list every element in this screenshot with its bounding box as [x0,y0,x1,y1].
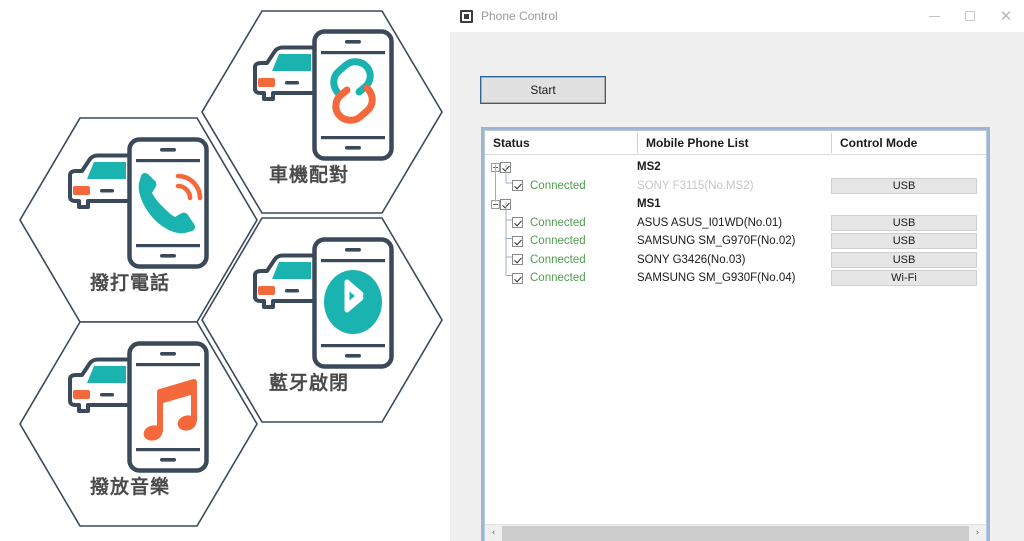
control-mode-button[interactable]: USB [831,214,977,231]
checkbox-checked[interactable] [512,180,523,192]
list-rows: MS2 Connected SONY F3115(No.MS2) USB MS1 Conn… [485,155,986,288]
tree-node: Connected [512,251,586,270]
cell-status [485,158,637,177]
cell-control-mode: USB [831,177,979,196]
device-list[interactable]: Status Mobile Phone List Control Mode MS… [484,130,987,541]
checkbox-checked[interactable] [512,235,523,247]
start-button[interactable]: Start [480,76,606,104]
table-row[interactable]: Connected SAMSUNG SM_G970F(No.02) USB [485,232,986,251]
checkbox-checked[interactable] [500,198,511,210]
cell-device-name: SAMSUNG SM_G930F(No.04) [637,272,796,285]
column-header-mobile-phone-list[interactable]: Mobile Phone List [638,131,831,155]
table-row[interactable]: Connected SAMSUNG SM_G930F(No.04) Wi-Fi [485,269,986,288]
collapse-minus-icon[interactable] [491,162,500,172]
list-header-row: Status Mobile Phone List Control Mode [485,131,986,155]
tree-node: Connected [512,214,586,233]
cell-control-mode: Wi-Fi [831,269,979,288]
close-icon: ✕ [999,6,1013,25]
control-mode-button[interactable]: USB [831,177,977,194]
cell-device-name: MS1 [637,198,661,211]
cell-control-mode: USB [831,232,979,251]
hex-label-music: 撥放音樂 [89,477,170,498]
hex-label-call: 撥打電話 [89,273,170,294]
cell-status: Connected [485,232,637,251]
scroll-left-arrow[interactable]: ‹ [485,524,502,541]
status-label: Connected [530,272,586,285]
tree-node [491,158,511,177]
control-mode-button[interactable]: USB [831,251,977,268]
cell-device-name: MS2 [637,161,661,174]
window-titlebar: Phone Control ✕ [450,0,1024,32]
table-row[interactable]: Connected SONY F3115(No.MS2) USB [485,177,986,196]
cell-control-mode: USB [831,251,979,270]
table-row[interactable]: MS1 [485,195,986,214]
maximize-icon [965,11,975,21]
close-button[interactable]: ✕ [988,0,1024,32]
table-row[interactable]: Connected SONY G3426(No.03) USB [485,251,986,270]
checkbox-checked[interactable] [512,254,523,266]
cell-device-name: SONY F3115(No.MS2) [637,179,754,192]
column-header-control-mode[interactable]: Control Mode [832,131,979,155]
cell-status: Connected [485,214,637,233]
table-row[interactable]: Connected ASUS ASUS_I01WD(No.01) USB [485,214,986,233]
window-controls: ✕ [916,0,1024,32]
minimize-button[interactable] [916,0,952,32]
cell-device-name: SONY G3426(No.03) [637,253,746,266]
cell-status: Connected [485,269,637,288]
screenshot-root: 車機配對 撥打電話 藍牙啟閉 撥放音樂 Phone Control ✕ Star [0,0,1024,541]
control-mode-button[interactable]: USB [831,233,977,250]
feature-hexagon-infographic: 車機配對 撥打電話 藍牙啟閉 撥放音樂 [0,0,450,541]
window-client-area: Start Status Mobile Phone List Control M… [450,32,1024,541]
checkbox-checked[interactable] [500,161,511,173]
status-label: Connected [530,216,586,229]
cell-device-name: ASUS ASUS_I01WD(No.01) [637,216,783,229]
status-label: Connected [530,253,586,266]
device-list-frame: Status Mobile Phone List Control Mode MS… [481,127,990,541]
horizontal-scrollbar[interactable]: ‹ › [485,524,986,541]
cell-device-name: SAMSUNG SM_G970F(No.02) [637,235,796,248]
hex-label-pair: 車機配對 [269,165,350,186]
collapse-minus-icon[interactable] [491,199,500,209]
checkbox-checked[interactable] [512,217,523,229]
scroll-right-arrow[interactable]: › [969,524,986,541]
tree-node: Connected [512,177,586,196]
cell-control-mode [831,158,979,177]
cell-control-mode [831,195,979,214]
status-label: Connected [530,235,586,248]
table-row[interactable]: MS2 [485,158,986,177]
checkbox-checked[interactable] [512,272,523,284]
window-title: Phone Control [481,9,558,23]
maximize-button[interactable] [952,0,988,32]
cell-status [485,195,637,214]
phone-control-window: Phone Control ✕ Start Status Mobile Phon… [450,0,1024,541]
control-mode-button[interactable]: Wi-Fi [831,270,977,287]
cell-status: Connected [485,251,637,270]
column-header-status[interactable]: Status [485,131,637,155]
cell-control-mode: USB [831,214,979,233]
scrollbar-thumb[interactable] [502,525,969,541]
tree-node: Connected [512,232,586,251]
app-square-icon [460,9,473,23]
minimize-icon [928,15,940,17]
status-label: Connected [530,179,586,192]
hex-label-bluetooth: 藍牙啟閉 [269,373,350,394]
tree-node: Connected [512,269,586,288]
tree-node [491,195,511,214]
cell-status: Connected [485,177,637,196]
